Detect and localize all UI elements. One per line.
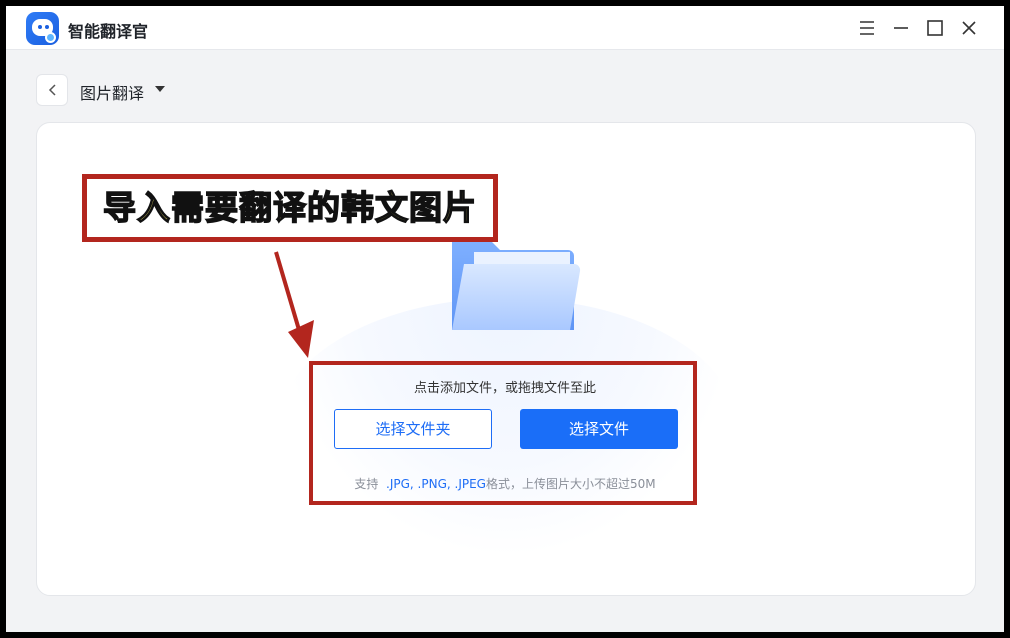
maximize-icon[interactable] [925,18,945,38]
folder-icon [452,240,581,330]
select-folder-button[interactable]: 选择文件夹 [334,409,492,449]
support-prefix: 支持 [354,477,379,491]
back-button[interactable] [36,74,68,106]
support-info: 支持 .JPG, .PNG, .JPEG格式，上传图片大小不超过50M [0,475,1010,492]
support-formats: .JPG, .PNG, .JPEG [386,477,486,491]
arrow-icon [274,251,314,358]
annotation-callout-text: 导入需要翻译的韩文图片 [102,187,477,228]
support-suffix: 格式，上传图片大小不超过50M [485,477,656,491]
annotation-callout: 导入需要翻译的韩文图片 [82,174,498,242]
minimize-icon[interactable] [891,18,911,38]
select-file-button[interactable]: 选择文件 [520,409,678,449]
back-chevron-icon [48,84,56,96]
caret-down-icon[interactable] [155,86,165,92]
app-logo-icon [26,12,59,45]
title-bar: 智能翻译官 [6,6,1004,50]
close-icon[interactable] [959,18,979,38]
app-title: 智能翻译官 [68,22,149,41]
drop-hint: 点击添加文件，或拖拽文件至此 [413,381,596,396]
menu-icon[interactable] [857,18,877,38]
page-title[interactable]: 图片翻译 [80,80,144,104]
